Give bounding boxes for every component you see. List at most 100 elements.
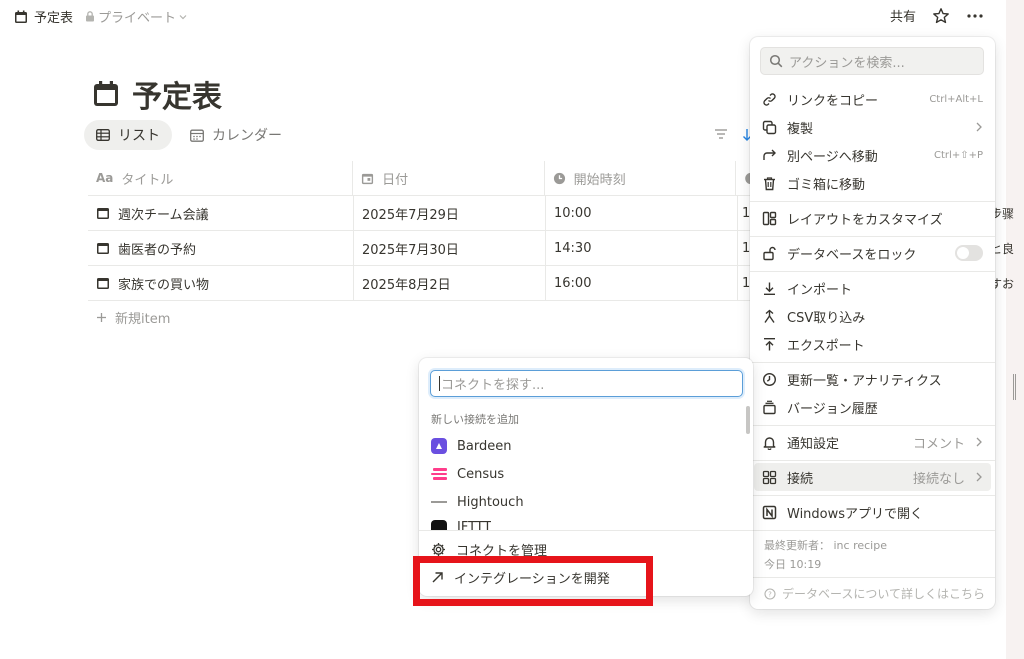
- clock-icon: [553, 172, 566, 185]
- chevron-right-icon: [975, 437, 983, 447]
- help-circle-icon: ?: [764, 587, 776, 600]
- cell-title[interactable]: 家族での買い物: [88, 266, 354, 300]
- menu-item-updates-analytics[interactable]: 更新一覧・アナリティクス: [754, 365, 991, 393]
- cell-title[interactable]: 週次チーム会議: [88, 196, 354, 230]
- text-caret: [439, 376, 440, 391]
- breadcrumb: 予定表 プライベート: [14, 7, 187, 26]
- menu-divider: [750, 201, 995, 202]
- history-clock-icon: [762, 372, 777, 387]
- layout-icon: [762, 211, 777, 226]
- page-title-text[interactable]: 予定表: [132, 72, 222, 116]
- menu-item-open-windows-app[interactable]: Windowsアプリで開く: [754, 498, 991, 526]
- topbar-actions: 共有: [890, 6, 984, 25]
- cell-title[interactable]: 歯医者の予約: [88, 231, 354, 265]
- column-date[interactable]: 日付: [353, 161, 545, 195]
- hightouch-logo-icon: [431, 494, 447, 510]
- chevron-right-icon: [975, 472, 983, 482]
- tab-calendar-label: カレンダー: [212, 128, 282, 144]
- menu-item-csv-import[interactable]: CSV取り込み: [754, 302, 991, 330]
- view-tabs: リスト カレンダー: [84, 120, 294, 150]
- table-row[interactable]: 家族での買い物 2025年8月2日 16:00 1: [88, 266, 752, 301]
- ifttt-logo-icon: [431, 520, 447, 530]
- share-button[interactable]: 共有: [890, 6, 916, 25]
- new-item-button[interactable]: 新規item: [96, 308, 170, 327]
- tab-calendar[interactable]: カレンダー: [178, 120, 294, 150]
- table-row[interactable]: 週次チーム会議 2025年7月29日 10:00 1: [88, 196, 752, 231]
- scrollbar-track[interactable]: [1006, 0, 1024, 659]
- menu-divider: [750, 425, 995, 426]
- menu-item-layout[interactable]: レイアウトをカスタマイズ: [754, 204, 991, 232]
- table-icon: [96, 129, 110, 141]
- action-search-input[interactable]: アクションを検索...: [760, 47, 984, 75]
- table-header: Aa タイトル 日付 開始時刻: [88, 161, 753, 196]
- lock-icon: [85, 11, 95, 22]
- unlock-icon: [762, 246, 777, 261]
- search-icon: [769, 54, 783, 68]
- connection-item-bardeen[interactable]: Bardeen: [431, 438, 512, 454]
- popup-scrollbar[interactable]: [746, 406, 750, 434]
- census-logo-icon: [431, 466, 447, 482]
- calendar-icon: [92, 80, 120, 108]
- connection-item-ifttt[interactable]: IFTTT: [431, 520, 491, 530]
- calendar-icon: [96, 276, 110, 290]
- privacy-label: プライベート: [98, 11, 177, 26]
- tab-list[interactable]: リスト: [84, 120, 172, 150]
- cell-date[interactable]: 2025年7月30日: [354, 231, 546, 265]
- menu-divider: [750, 577, 995, 578]
- plus-icon: [96, 312, 107, 323]
- highlight-annotation-box: [413, 556, 653, 606]
- cell-time[interactable]: 14:30: [546, 231, 738, 265]
- bell-icon: [762, 435, 777, 450]
- cell-time[interactable]: 16:00: [546, 266, 738, 300]
- chevron-right-icon: [975, 122, 983, 132]
- date-type-icon: [361, 172, 374, 185]
- connection-item-hightouch[interactable]: Hightouch: [431, 494, 524, 510]
- cell-date[interactable]: 2025年8月2日: [354, 266, 546, 300]
- menu-item-move[interactable]: 別ページへ移動 Ctrl+⇧+P: [754, 141, 991, 169]
- gear-icon: [431, 542, 446, 557]
- action-menu: アクションを検索... リンクをコピー Ctrl+Alt+L 複製 別ページへ移…: [750, 37, 995, 609]
- column-start-time[interactable]: 開始時刻: [545, 161, 737, 195]
- menu-item-lock-database[interactable]: データベースをロック: [754, 239, 991, 267]
- menu-item-import[interactable]: インポート: [754, 274, 991, 302]
- privacy-selector[interactable]: プライベート: [85, 7, 187, 26]
- learn-more-link[interactable]: ? データベースについて詳しくはこちら: [764, 585, 985, 602]
- menu-item-notifications[interactable]: 通知設定 コメント: [754, 428, 991, 456]
- menu-divider: [750, 460, 995, 461]
- menu-divider: [750, 362, 995, 363]
- menu-divider: [750, 495, 995, 496]
- bardeen-logo-icon: [431, 438, 447, 454]
- view-toolbar: [714, 128, 752, 142]
- lock-toggle[interactable]: [955, 245, 983, 261]
- filter-icon[interactable]: [714, 128, 728, 142]
- menu-item-export[interactable]: エクスポート: [754, 330, 991, 358]
- column-title[interactable]: Aa タイトル: [88, 161, 354, 195]
- cell-time[interactable]: 10:00: [546, 196, 738, 230]
- page-title: 予定表: [92, 72, 222, 116]
- menu-item-version-history[interactable]: バージョン履歴: [754, 393, 991, 421]
- last-updated-time: 今日 10:19: [764, 558, 822, 571]
- popup-divider: [419, 530, 753, 531]
- menu-item-connections[interactable]: 接続 接続なし: [754, 463, 991, 491]
- breadcrumb-page[interactable]: 予定表: [34, 7, 73, 26]
- menu-divider: [750, 236, 995, 237]
- calendar-icon: [14, 10, 28, 24]
- merge-arrow-icon: [762, 309, 777, 324]
- connection-item-census[interactable]: Census: [431, 466, 504, 482]
- trash-icon: [762, 176, 777, 191]
- svg-text:?: ?: [768, 590, 772, 598]
- table-row[interactable]: 歯医者の予約 2025年7月30日 14:30 1: [88, 231, 752, 266]
- star-icon[interactable]: [932, 7, 950, 25]
- cell-date[interactable]: 2025年7月29日: [354, 196, 546, 230]
- calendar-grid-icon: [190, 129, 204, 142]
- more-icon[interactable]: [966, 13, 984, 19]
- connections-grid-icon: [762, 470, 777, 485]
- last-updated-by: 最終更新者： inc recipe: [764, 539, 887, 552]
- resize-handle[interactable]: [1013, 374, 1016, 400]
- link-icon: [762, 92, 777, 107]
- menu-item-duplicate[interactable]: 複製: [754, 113, 991, 141]
- connection-search-input[interactable]: コネクトを探す...: [430, 370, 743, 397]
- menu-item-trash[interactable]: ゴミ箱に移動: [754, 169, 991, 197]
- menu-item-copy-link[interactable]: リンクをコピー Ctrl+Alt+L: [754, 85, 991, 113]
- version-stack-icon: [762, 400, 777, 415]
